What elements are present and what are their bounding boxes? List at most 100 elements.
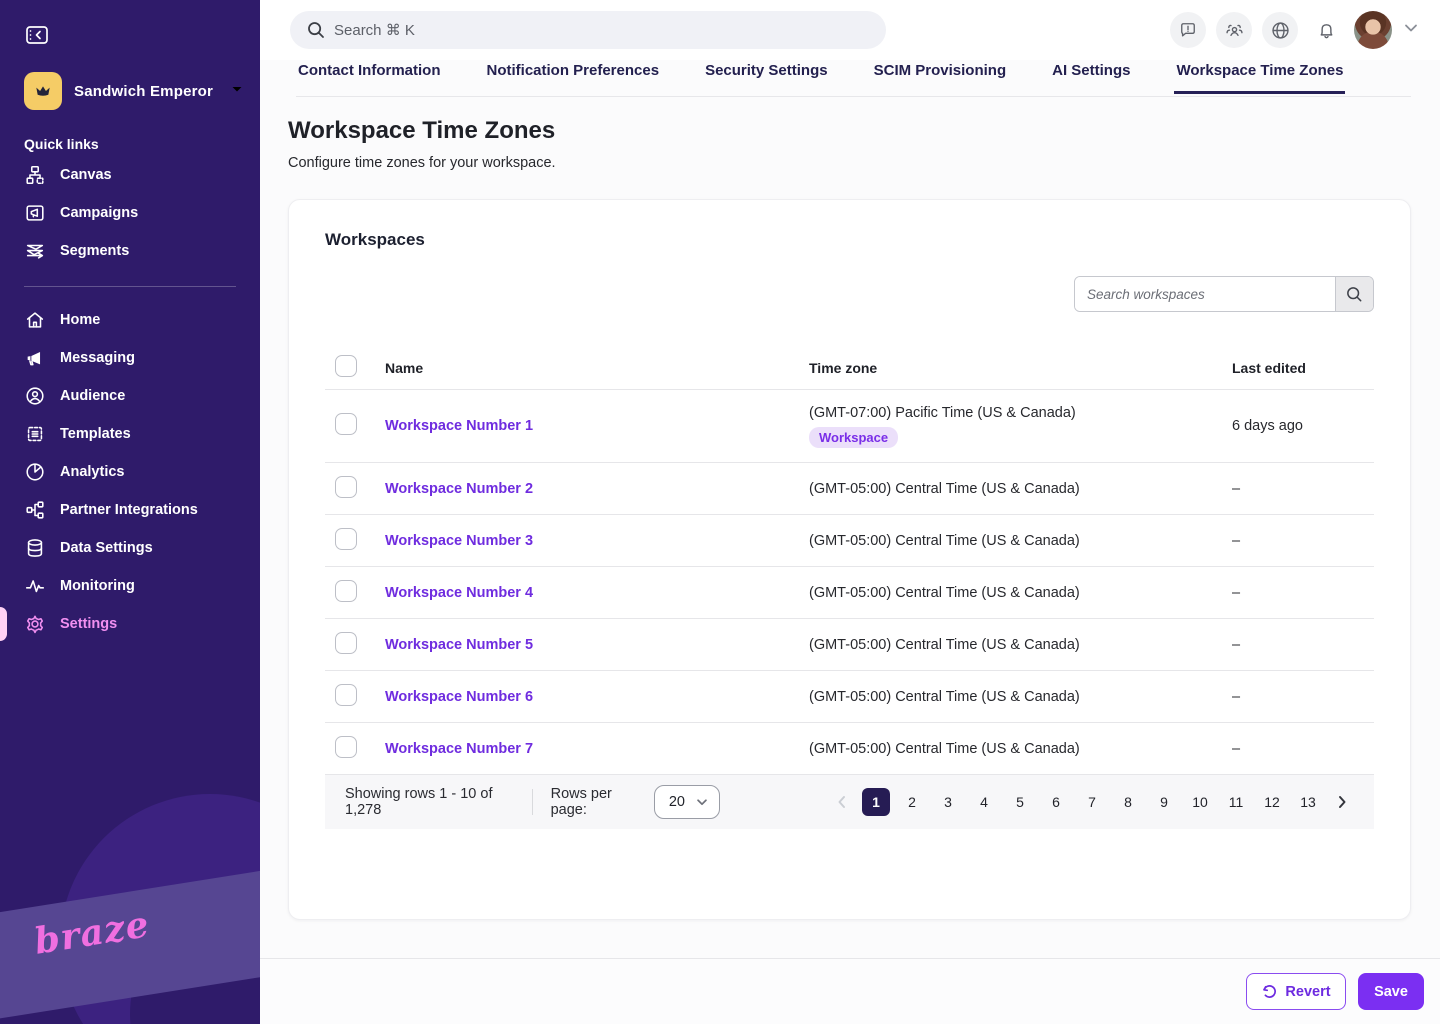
sidebar-item-messaging[interactable]: Messaging <box>0 339 260 377</box>
table-row: Workspace Number 2(GMT-05:00) Central Ti… <box>325 463 1374 515</box>
locale-button[interactable] <box>1262 12 1298 48</box>
sidebar-item-campaigns[interactable]: Campaigns <box>0 194 260 232</box>
page-number-button[interactable]: 5 <box>1006 788 1034 816</box>
sidebar-item-audience[interactable]: Audience <box>0 377 260 415</box>
timezone-text: (GMT-05:00) Central Time (US & Canada) <box>809 741 1080 757</box>
workspace-link[interactable]: Workspace Number 4 <box>385 585 533 601</box>
workspace-link[interactable]: Workspace Number 2 <box>385 481 533 497</box>
sidebar-collapse-button[interactable] <box>24 22 50 48</box>
audience-icon <box>24 385 46 407</box>
workspace-badge: Workspace <box>809 427 898 448</box>
sidebar-item-label: Canvas <box>60 167 112 183</box>
feedback-button[interactable] <box>1170 12 1206 48</box>
page-number-button[interactable]: 2 <box>898 788 926 816</box>
last-edited-text: – <box>1232 741 1240 757</box>
settings-tabs: Contact Information Notification Prefere… <box>296 60 1411 97</box>
save-button[interactable]: Save <box>1358 973 1424 1010</box>
gear-icon <box>24 613 46 635</box>
user-avatar[interactable] <box>1354 11 1392 49</box>
last-edited-text: – <box>1232 585 1240 601</box>
row-checkbox[interactable] <box>335 684 357 706</box>
page-number-button[interactable]: 6 <box>1042 788 1070 816</box>
page-number-button[interactable]: 8 <box>1114 788 1142 816</box>
pulse-icon <box>24 575 46 597</box>
sidebar-divider <box>24 286 236 287</box>
page-number-button[interactable]: 13 <box>1294 788 1322 816</box>
sidebar-item-settings[interactable]: Settings <box>0 605 260 643</box>
workspace-switcher[interactable]: Sandwich Emperor <box>24 72 260 110</box>
search-icon <box>306 20 326 45</box>
row-checkbox[interactable] <box>335 413 357 435</box>
workspace-search-input[interactable] <box>1075 277 1335 311</box>
segments-icon <box>24 240 46 262</box>
people-button[interactable] <box>1216 12 1252 48</box>
sidebar-item-partner-integrations[interactable]: Partner Integrations <box>0 491 260 529</box>
sidebar-item-monitoring[interactable]: Monitoring <box>0 567 260 605</box>
table-row: Workspace Number 6 (GMT-05:00) Central Ti… <box>325 671 1374 723</box>
account-menu-chevron-icon[interactable] <box>1402 19 1420 42</box>
row-checkbox[interactable] <box>335 528 357 550</box>
previous-page-button[interactable] <box>830 790 854 814</box>
main-area: Contact Information Notification Prefere… <box>260 0 1440 1024</box>
tab-notification-preferences[interactable]: Notification Preferences <box>485 60 662 91</box>
workspace-search-button[interactable] <box>1335 277 1373 311</box>
tab-workspace-time-zones[interactable]: Workspace Time Zones <box>1174 60 1345 94</box>
page-number-button[interactable]: 3 <box>934 788 962 816</box>
row-checkbox[interactable] <box>335 476 357 498</box>
timezone-text: (GMT-05:00) Central Time (US & Canada) <box>809 689 1080 705</box>
pagination: 12345678910111213 <box>830 788 1354 816</box>
feedback-icon <box>1178 20 1198 40</box>
sidebar-item-home[interactable]: Home <box>0 301 260 339</box>
page-number-button[interactable]: 1 <box>862 788 890 816</box>
page-number-button[interactable]: 4 <box>970 788 998 816</box>
tab-contact-information[interactable]: Contact Information <box>296 60 443 91</box>
workspace-link[interactable]: Workspace Number 5 <box>385 637 533 653</box>
workspace-link[interactable]: Workspace Number 1 <box>385 418 533 434</box>
chevron-down-icon <box>695 795 709 809</box>
sidebar-item-templates[interactable]: Templates <box>0 415 260 453</box>
tab-security-settings[interactable]: Security Settings <box>703 60 830 91</box>
revert-button[interactable]: Revert <box>1246 973 1346 1010</box>
integrations-icon <box>24 499 46 521</box>
timezone-text: (GMT-05:00) Central Time (US & Canada) <box>809 533 1080 549</box>
showing-rows-text: Showing rows 1 - 10 of 1,278 <box>345 786 514 818</box>
app-window: Sandwich Emperor Quick links Canvas Camp… <box>0 0 1440 1024</box>
next-page-button[interactable] <box>1330 790 1354 814</box>
page-number-button[interactable]: 9 <box>1150 788 1178 816</box>
tab-ai-settings[interactable]: AI Settings <box>1050 60 1132 91</box>
workspace-search <box>1074 276 1374 312</box>
sidebar-item-canvas[interactable]: Canvas <box>0 156 260 194</box>
row-checkbox[interactable] <box>335 580 357 602</box>
sidebar-item-label: Analytics <box>60 464 124 480</box>
home-icon <box>24 309 46 331</box>
tab-scim-provisioning[interactable]: SCIM Provisioning <box>872 60 1009 91</box>
crown-icon <box>24 72 62 110</box>
page-number-button[interactable]: 7 <box>1078 788 1106 816</box>
chevron-left-icon <box>834 794 850 810</box>
notifications-button[interactable] <box>1308 12 1344 48</box>
table-row: Workspace Number 7 (GMT-05:00) Central Ti… <box>325 723 1374 775</box>
sidebar-item-segments[interactable]: Segments <box>0 232 260 270</box>
workspace-link[interactable]: Workspace Number 3 <box>385 533 533 549</box>
row-checkbox[interactable] <box>335 736 357 758</box>
sidebar-decoration: braze <box>0 834 260 1024</box>
workspace-link[interactable]: Workspace Number 7 <box>385 741 533 757</box>
select-all-checkbox[interactable] <box>335 355 357 377</box>
page-number-button[interactable]: 11 <box>1222 788 1250 816</box>
workspace-name: Sandwich Emperor <box>74 83 213 100</box>
page-number-button[interactable]: 12 <box>1258 788 1286 816</box>
page-number-button[interactable]: 10 <box>1186 788 1214 816</box>
row-checkbox[interactable] <box>335 632 357 654</box>
workspace-link[interactable]: Workspace Number 6 <box>385 689 533 705</box>
rows-per-page-select[interactable]: 20 <box>654 785 720 819</box>
global-search-input[interactable] <box>290 11 886 49</box>
table-row: Workspace Number 1(GMT-07:00) Pacific Ti… <box>325 390 1374 463</box>
sidebar-item-label: Segments <box>60 243 129 259</box>
last-edited-text: – <box>1232 481 1240 497</box>
sidebar-item-analytics[interactable]: Analytics <box>0 453 260 491</box>
sidebar-item-label: Campaigns <box>60 205 138 221</box>
last-edited-text: – <box>1232 533 1240 549</box>
sidebar-item-data-settings[interactable]: Data Settings <box>0 529 260 567</box>
global-search <box>290 11 886 49</box>
table-footer: Showing rows 1 - 10 of 1,278 Rows per pa… <box>325 775 1374 829</box>
